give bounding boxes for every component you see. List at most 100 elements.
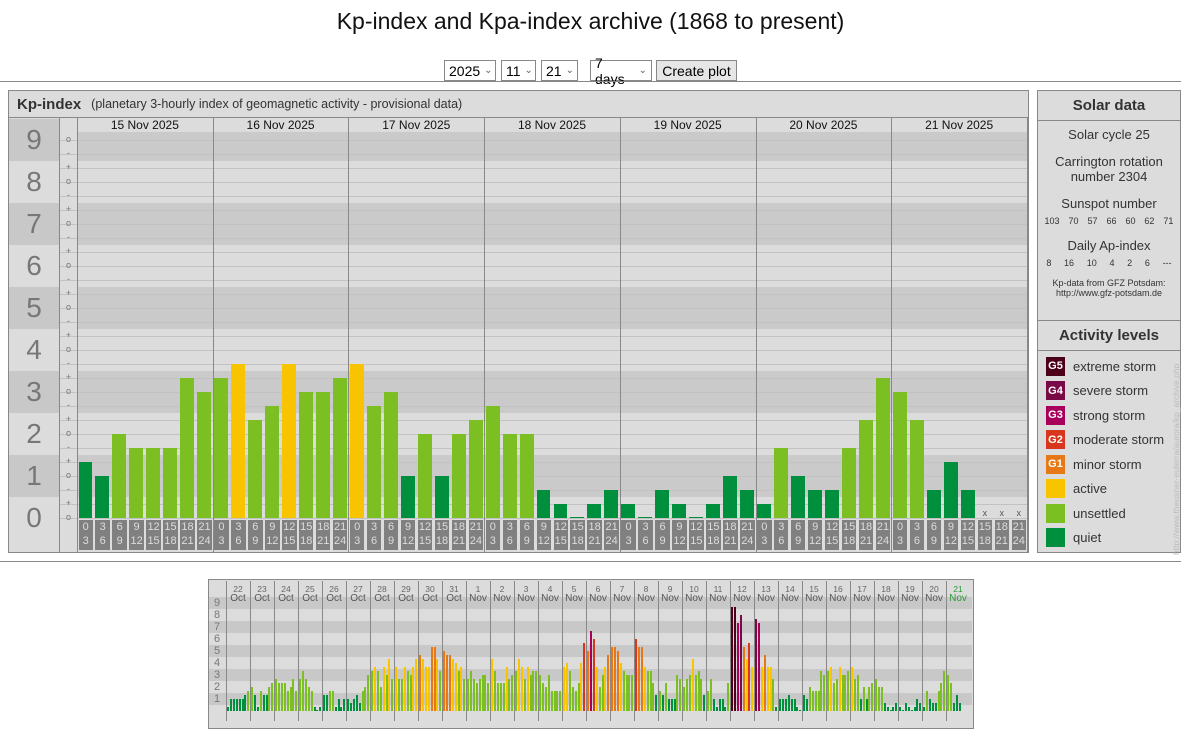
kp-bar — [827, 671, 829, 711]
gridline — [60, 308, 1027, 309]
kp-bar — [889, 710, 892, 711]
kp-bar — [559, 691, 562, 711]
kp-bar — [535, 671, 538, 711]
kp-bar — [553, 691, 556, 711]
time-interval-label: 69 — [519, 520, 535, 550]
kp-bar — [366, 406, 381, 518]
activity-levels-title: Activity levels — [1038, 321, 1180, 351]
source-link[interactable]: http://www.gfz-potsdam.de — [1038, 288, 1180, 298]
kp-bar — [691, 659, 694, 711]
gridline — [60, 196, 1027, 197]
kp-bar — [570, 517, 585, 518]
kp-bar — [583, 643, 586, 711]
ap-value: 16 — [1064, 258, 1075, 268]
kp-bar — [244, 695, 247, 711]
interval-start: 15 — [707, 521, 720, 533]
interval-end: 3 — [218, 535, 225, 547]
kp-bar — [391, 679, 394, 711]
month-select[interactable]: 11 ⌄ — [501, 60, 536, 81]
interval-end: 15 — [554, 535, 567, 547]
month-label: Oct — [446, 593, 462, 604]
y-subtick-label: - — [67, 400, 70, 410]
time-interval-label: 21 24 — [875, 520, 891, 550]
kp-bar — [875, 378, 890, 518]
interval-end: 18 — [707, 535, 720, 547]
gridline — [60, 364, 1027, 365]
kp-bar — [112, 434, 127, 518]
time-interval-label: 21 24 — [197, 520, 212, 550]
month-label: Nov — [469, 593, 487, 604]
chart-subtitle: (planetary 3-hourly index of geomagnetic… — [91, 97, 463, 111]
kp-bar — [371, 671, 373, 711]
interval-start: 6 — [930, 521, 937, 533]
interval-end: 24 — [198, 535, 211, 547]
kp-bar — [883, 703, 886, 711]
create-plot-button[interactable]: Create plot — [656, 60, 737, 81]
kp-bar — [595, 667, 598, 711]
day-number: 1 — [475, 584, 481, 594]
kp-bar — [487, 683, 490, 711]
gridline — [60, 280, 1027, 281]
day-number: 27 — [353, 584, 363, 594]
day-label: 7 Nov — [610, 585, 634, 604]
interval-end: 6 — [913, 535, 921, 547]
kp-bar — [637, 647, 640, 711]
interval-start: 9 — [812, 521, 819, 533]
month-label: Nov — [877, 593, 895, 604]
kp-bar — [739, 615, 742, 711]
interval-end: 3 — [761, 535, 768, 547]
day-number: 11 — [713, 584, 723, 594]
interval-start: 3 — [99, 521, 106, 533]
range-select[interactable]: 7 days ⌄ — [590, 55, 652, 87]
y-subtick-label: o — [65, 302, 71, 312]
kp-bar — [814, 691, 817, 711]
kp-bar — [526, 667, 529, 711]
interval-start: 0 — [489, 521, 496, 533]
interval-end: 21 — [724, 535, 737, 547]
kp-bar — [760, 667, 763, 711]
kp-bar — [715, 707, 718, 711]
interval-start: 18 — [181, 521, 194, 533]
day-select[interactable]: 21 ⌄ — [541, 60, 578, 81]
time-interval-label: 9 12 — [672, 520, 687, 550]
kp-bar — [436, 659, 439, 711]
kp-bar — [587, 504, 602, 518]
kp-bar — [592, 639, 595, 711]
kp-bar — [238, 699, 241, 711]
legend: G5 extreme storm G4 severe storm G3 strong st… — [1038, 351, 1180, 550]
time-interval-label: 21 24 — [604, 520, 619, 550]
kp-bar — [655, 695, 658, 711]
kp-bar — [631, 675, 634, 711]
kp-bar — [740, 490, 755, 518]
interval-end: 15 — [418, 535, 432, 547]
time-interval-label: 18 21 — [316, 520, 331, 550]
day-label: 29 Oct — [394, 585, 418, 604]
year-select[interactable]: 2025 ⌄ — [444, 60, 496, 81]
kp-bar — [727, 683, 730, 711]
kp-bar — [427, 667, 430, 711]
day-number: 3 — [523, 584, 529, 594]
kp-bar — [457, 671, 460, 711]
day-label: 15 Nov 2025 — [110, 118, 179, 132]
interval-start: 6 — [388, 521, 395, 533]
time-interval-label: 03 — [892, 520, 908, 550]
day-label: 20 Nov — [922, 585, 946, 604]
legend-label: severe storm — [1073, 383, 1149, 399]
kp-bar — [515, 671, 517, 711]
day-number: 8 — [643, 584, 649, 594]
kp-bar — [868, 687, 871, 711]
interval-end: 9 — [795, 535, 802, 547]
kp-bar — [779, 699, 781, 711]
kp-bar — [340, 707, 343, 711]
time-interval-label: 36 — [95, 520, 110, 550]
day-label: 21 Nov — [946, 585, 970, 604]
y-subtick-label: o — [65, 386, 71, 396]
month-label: Nov — [661, 593, 679, 604]
day-divider — [619, 118, 621, 552]
interval-end: 6 — [506, 535, 513, 547]
time-interval-label: 21 24 — [740, 520, 755, 550]
kp-bar — [925, 691, 928, 711]
kp-bar — [880, 687, 883, 711]
kp-bar — [847, 671, 850, 711]
kp-bar — [775, 707, 778, 711]
